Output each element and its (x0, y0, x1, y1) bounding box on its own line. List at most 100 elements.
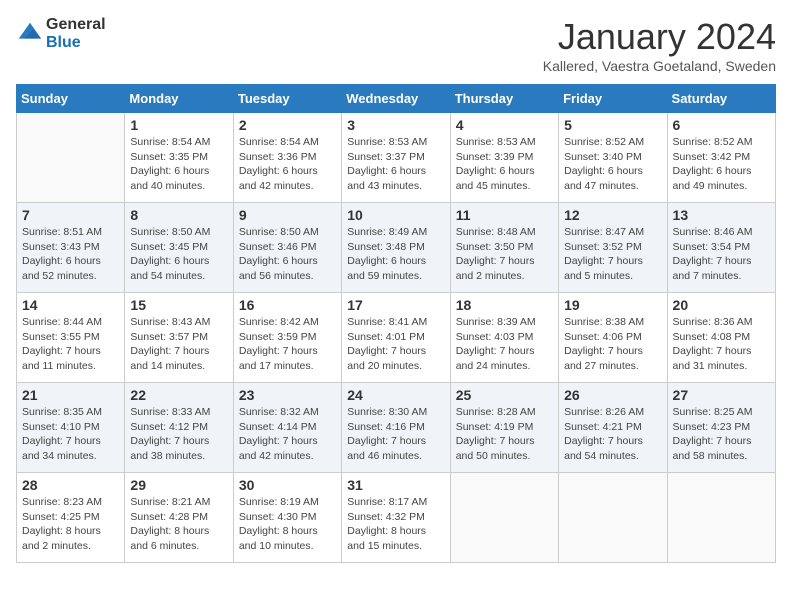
week-row-1: 1 Sunrise: 8:54 AM Sunset: 3:35 PM Daylig… (17, 113, 776, 203)
calendar-cell: 15 Sunrise: 8:43 AM Sunset: 3:57 PM Dayli… (125, 293, 233, 383)
calendar-cell: 7 Sunrise: 8:51 AM Sunset: 3:43 PM Daylig… (17, 203, 125, 293)
day-info: Sunrise: 8:30 AM Sunset: 4:16 PM Dayligh… (347, 405, 444, 464)
calendar-cell: 5 Sunrise: 8:52 AM Sunset: 3:40 PM Daylig… (559, 113, 667, 203)
day-info: Sunrise: 8:21 AM Sunset: 4:28 PM Dayligh… (130, 495, 227, 554)
location-subtitle: Kallered, Vaestra Goetaland, Sweden (543, 58, 776, 74)
calendar-table: SundayMondayTuesdayWednesdayThursdayFrid… (16, 84, 776, 563)
day-number: 21 (22, 387, 119, 403)
page-header: General Blue January 2024 Kallered, Vaes… (16, 16, 776, 74)
day-info: Sunrise: 8:42 AM Sunset: 3:59 PM Dayligh… (239, 315, 336, 374)
day-number: 6 (673, 117, 770, 133)
day-number: 5 (564, 117, 661, 133)
column-header-monday: Monday (125, 85, 233, 113)
day-info: Sunrise: 8:38 AM Sunset: 4:06 PM Dayligh… (564, 315, 661, 374)
day-info: Sunrise: 8:35 AM Sunset: 4:10 PM Dayligh… (22, 405, 119, 464)
calendar-cell: 16Sunrise: 8:42 AM Sunset: 3:59 PM Dayli… (233, 293, 341, 383)
column-header-friday: Friday (559, 85, 667, 113)
calendar-cell: 20 Sunrise: 8:36 AM Sunset: 4:08 PM Dayli… (667, 293, 775, 383)
day-number: 20 (673, 297, 770, 313)
day-info: Sunrise: 8:17 AM Sunset: 4:32 PM Dayligh… (347, 495, 444, 554)
column-header-tuesday: Tuesday (233, 85, 341, 113)
day-info: Sunrise: 8:49 AM Sunset: 3:48 PM Dayligh… (347, 225, 444, 284)
column-header-sunday: Sunday (17, 85, 125, 113)
day-number: 27 (673, 387, 770, 403)
calendar-cell: 13 Sunrise: 8:46 AM Sunset: 3:54 PM Dayli… (667, 203, 775, 293)
calendar-cell: 4 Sunrise: 8:53 AM Sunset: 3:39 PM Daylig… (450, 113, 558, 203)
day-number: 26 (564, 387, 661, 403)
logo: General Blue (16, 16, 106, 51)
day-info: Sunrise: 8:43 AM Sunset: 3:57 PM Dayligh… (130, 315, 227, 374)
calendar-cell (667, 473, 775, 563)
calendar-cell (17, 113, 125, 203)
day-number: 8 (130, 207, 227, 223)
column-header-thursday: Thursday (450, 85, 558, 113)
calendar-cell: 1 Sunrise: 8:54 AM Sunset: 3:35 PM Daylig… (125, 113, 233, 203)
day-info: Sunrise: 8:28 AM Sunset: 4:19 PM Dayligh… (456, 405, 553, 464)
day-number: 31 (347, 477, 444, 493)
calendar-cell: 12 Sunrise: 8:47 AM Sunset: 3:52 PM Dayli… (559, 203, 667, 293)
calendar-cell: 28 Sunrise: 8:23 AM Sunset: 4:25 PM Dayli… (17, 473, 125, 563)
day-info: Sunrise: 8:39 AM Sunset: 4:03 PM Dayligh… (456, 315, 553, 374)
week-row-3: 14 Sunrise: 8:44 AM Sunset: 3:55 PM Dayli… (17, 293, 776, 383)
day-info: Sunrise: 8:44 AM Sunset: 3:55 PM Dayligh… (22, 315, 119, 374)
calendar-cell: 23Sunrise: 8:32 AM Sunset: 4:14 PM Dayli… (233, 383, 341, 473)
day-number: 15 (130, 297, 227, 313)
day-number: 28 (22, 477, 119, 493)
day-number: 23 (239, 387, 336, 403)
calendar-cell: 9 Sunrise: 8:50 AM Sunset: 3:46 PM Daylig… (233, 203, 341, 293)
day-info: Sunrise: 8:23 AM Sunset: 4:25 PM Dayligh… (22, 495, 119, 554)
day-info: Sunrise: 8:54 AM Sunset: 3:35 PM Dayligh… (130, 135, 227, 194)
week-row-5: 28 Sunrise: 8:23 AM Sunset: 4:25 PM Dayli… (17, 473, 776, 563)
day-number: 1 (130, 117, 227, 133)
day-number: 29 (130, 477, 227, 493)
day-info: Sunrise: 8:46 AM Sunset: 3:54 PM Dayligh… (673, 225, 770, 284)
calendar-cell: 19 Sunrise: 8:38 AM Sunset: 4:06 PM Dayli… (559, 293, 667, 383)
day-info: Sunrise: 8:52 AM Sunset: 3:42 PM Dayligh… (673, 135, 770, 194)
logo-general-text: General (46, 16, 106, 34)
calendar-cell: 29 Sunrise: 8:21 AM Sunset: 4:28 PM Dayli… (125, 473, 233, 563)
day-info: Sunrise: 8:53 AM Sunset: 3:37 PM Dayligh… (347, 135, 444, 194)
calendar-cell: 24Sunrise: 8:30 AM Sunset: 4:16 PM Dayli… (342, 383, 450, 473)
calendar-cell: 21 Sunrise: 8:35 AM Sunset: 4:10 PM Dayli… (17, 383, 125, 473)
calendar-cell: 17Sunrise: 8:41 AM Sunset: 4:01 PM Dayli… (342, 293, 450, 383)
calendar-cell: 25 Sunrise: 8:28 AM Sunset: 4:19 PM Dayli… (450, 383, 558, 473)
title-block: January 2024 Kallered, Vaestra Goetaland… (543, 16, 776, 74)
day-info: Sunrise: 8:25 AM Sunset: 4:23 PM Dayligh… (673, 405, 770, 464)
day-number: 30 (239, 477, 336, 493)
calendar-cell: 6 Sunrise: 8:52 AM Sunset: 3:42 PM Daylig… (667, 113, 775, 203)
day-number: 19 (564, 297, 661, 313)
day-info: Sunrise: 8:48 AM Sunset: 3:50 PM Dayligh… (456, 225, 553, 284)
day-number: 13 (673, 207, 770, 223)
calendar-cell: 26 Sunrise: 8:26 AM Sunset: 4:21 PM Dayli… (559, 383, 667, 473)
calendar-cell (450, 473, 558, 563)
day-info: Sunrise: 8:19 AM Sunset: 4:30 PM Dayligh… (239, 495, 336, 554)
calendar-cell: 31 Sunrise: 8:17 AM Sunset: 4:32 PM Dayli… (342, 473, 450, 563)
day-info: Sunrise: 8:47 AM Sunset: 3:52 PM Dayligh… (564, 225, 661, 284)
day-number: 4 (456, 117, 553, 133)
day-number: 2 (239, 117, 336, 133)
day-number: 9 (239, 207, 336, 223)
day-info: Sunrise: 8:52 AM Sunset: 3:40 PM Dayligh… (564, 135, 661, 194)
calendar-cell: 30 Sunrise: 8:19 AM Sunset: 4:30 PM Dayli… (233, 473, 341, 563)
day-number: 12 (564, 207, 661, 223)
day-number: 18 (456, 297, 553, 313)
logo-icon (16, 20, 44, 48)
calendar-cell: 8 Sunrise: 8:50 AM Sunset: 3:45 PM Daylig… (125, 203, 233, 293)
day-number: 3 (347, 117, 444, 133)
calendar-cell: 3 Sunrise: 8:53 AM Sunset: 3:37 PM Daylig… (342, 113, 450, 203)
day-info: Sunrise: 8:53 AM Sunset: 3:39 PM Dayligh… (456, 135, 553, 194)
day-number: 10 (347, 207, 444, 223)
day-number: 7 (22, 207, 119, 223)
day-number: 25 (456, 387, 553, 403)
day-info: Sunrise: 8:26 AM Sunset: 4:21 PM Dayligh… (564, 405, 661, 464)
day-info: Sunrise: 8:50 AM Sunset: 3:46 PM Dayligh… (239, 225, 336, 284)
day-info: Sunrise: 8:50 AM Sunset: 3:45 PM Dayligh… (130, 225, 227, 284)
column-header-saturday: Saturday (667, 85, 775, 113)
calendar-cell: 2Sunrise: 8:54 AM Sunset: 3:36 PM Daylig… (233, 113, 341, 203)
day-info: Sunrise: 8:36 AM Sunset: 4:08 PM Dayligh… (673, 315, 770, 374)
calendar-header-row: SundayMondayTuesdayWednesdayThursdayFrid… (17, 85, 776, 113)
day-info: Sunrise: 8:51 AM Sunset: 3:43 PM Dayligh… (22, 225, 119, 284)
day-number: 14 (22, 297, 119, 313)
calendar-cell (559, 473, 667, 563)
day-number: 17 (347, 297, 444, 313)
